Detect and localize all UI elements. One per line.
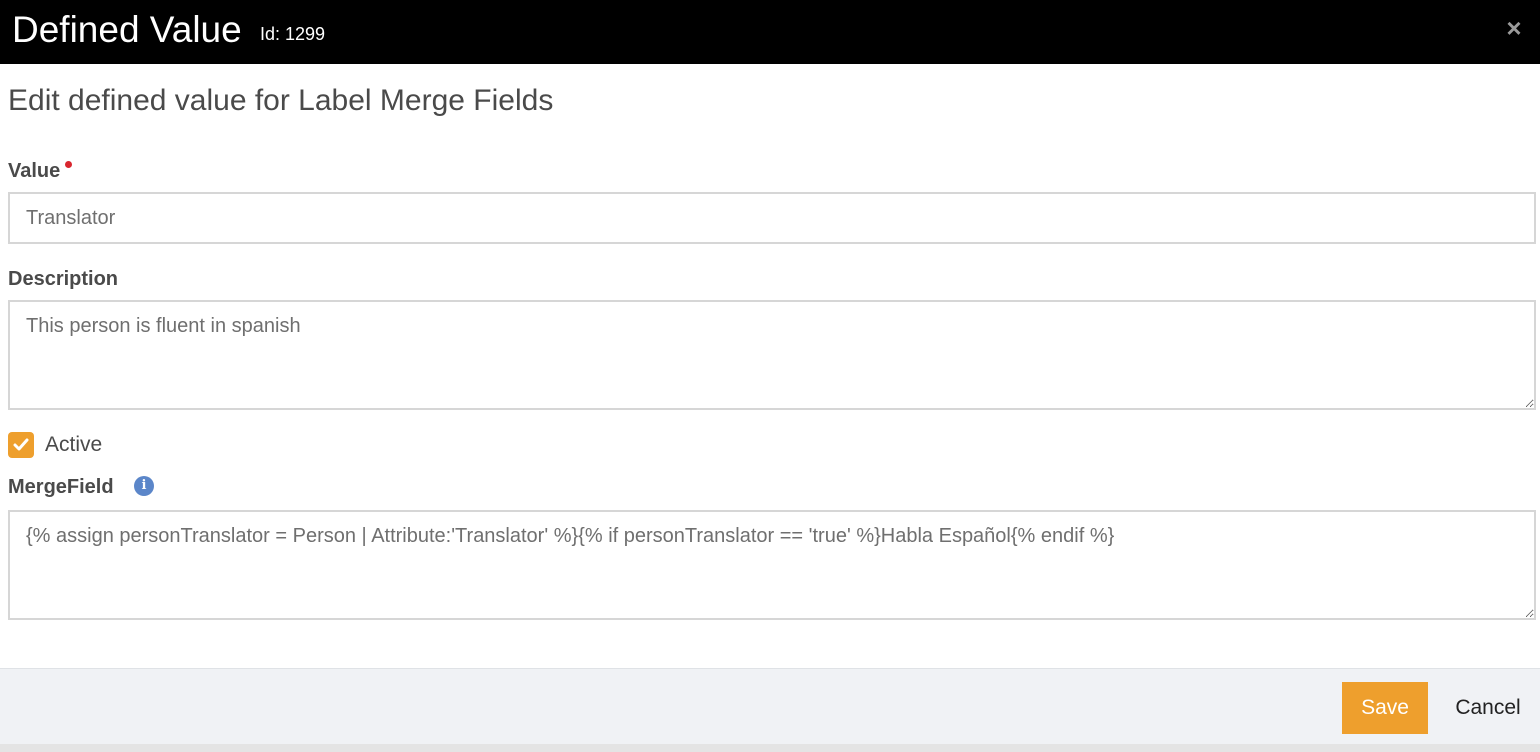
- close-icon[interactable]: ×: [1502, 15, 1526, 41]
- checkmark-icon: [13, 438, 29, 451]
- required-indicator: [65, 161, 73, 168]
- description-textarea[interactable]: This person is fluent in spanish: [8, 300, 1536, 410]
- active-label: Active: [45, 433, 103, 456]
- value-label: Value: [8, 159, 73, 183]
- cancel-button[interactable]: Cancel: [1440, 682, 1536, 734]
- save-button[interactable]: Save: [1342, 682, 1428, 734]
- modal-title: Defined Value: [12, 9, 242, 50]
- active-checkbox[interactable]: [8, 432, 34, 458]
- info-icon[interactable]: i: [134, 476, 154, 496]
- value-input[interactable]: [8, 192, 1536, 244]
- record-id: Id: 1299: [260, 24, 326, 44]
- description-label: Description: [8, 268, 119, 290]
- footer-bottom-bar: [0, 744, 1540, 752]
- value-label-text: Value: [8, 160, 61, 182]
- modal-footer: [0, 668, 1540, 752]
- modal-header: Defined Value Id: 1299 ×: [0, 0, 1540, 64]
- mergefield-label: MergeField: [8, 476, 114, 498]
- page-subtitle: Edit defined value for Label Merge Field…: [8, 84, 554, 117]
- mergefield-textarea[interactable]: {% assign personTranslator = Person | At…: [8, 510, 1536, 620]
